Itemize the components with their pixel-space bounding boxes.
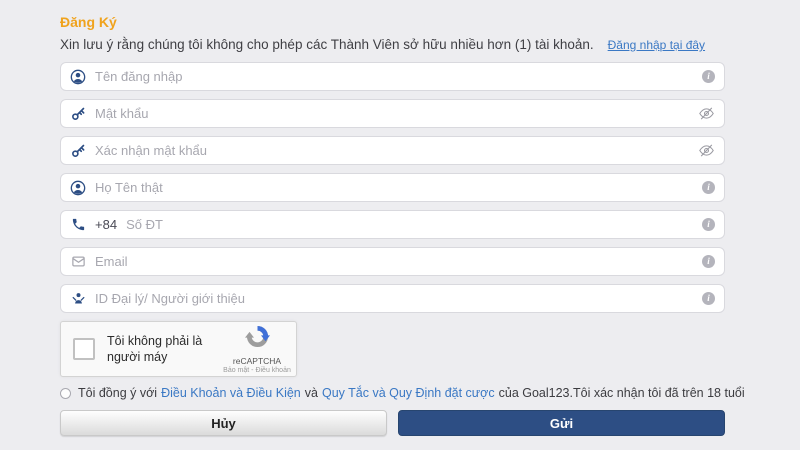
info-icon[interactable]: i (702, 255, 715, 268)
register-form: Đăng Ký Xin lưu ý rằng chúng tôi không c… (0, 0, 725, 436)
username-field: i (60, 62, 725, 91)
user-icon (70, 69, 86, 85)
info-icon[interactable]: i (702, 218, 715, 231)
terms-agreement-row: Tôi đồng ý với Điều Khoản và Điều Kiện v… (60, 386, 725, 400)
password-input[interactable] (95, 106, 698, 121)
eye-off-icon[interactable] (698, 142, 715, 159)
password-field (60, 99, 725, 128)
referrer-input[interactable] (95, 291, 702, 306)
user-icon (70, 180, 86, 196)
phone-field: +84 i (60, 210, 725, 239)
form-actions: Hủy Gửi (60, 410, 725, 436)
terms-text-middle: và (305, 386, 318, 400)
info-icon[interactable]: i (702, 181, 715, 194)
email-field: i (60, 247, 725, 276)
submit-button[interactable]: Gửi (398, 410, 725, 436)
info-icon[interactable]: i (702, 292, 715, 305)
betting-rules-link[interactable]: Quy Tắc và Quy Định đặt cược (322, 386, 495, 400)
terms-conditions-link[interactable]: Điều Khoản và Điều Kiện (161, 386, 301, 400)
recaptcha-privacy-terms-links[interactable]: Bảo mật - Điều khoản (223, 367, 291, 374)
terms-text-prefix: Tôi đồng ý với (78, 386, 157, 400)
recaptcha-brand: reCAPTCHA Bảo mật - Điều khoản (226, 324, 288, 374)
confirm-password-input[interactable] (95, 143, 698, 158)
referral-icon (70, 291, 86, 307)
key-icon (70, 106, 86, 122)
recaptcha-logo-icon (245, 324, 270, 354)
cancel-button[interactable]: Hủy (60, 410, 387, 436)
subtitle-row: Xin lưu ý rằng chúng tôi không cho phép … (60, 37, 725, 52)
referrer-field: i (60, 284, 725, 313)
key-icon (70, 143, 86, 159)
info-icon[interactable]: i (702, 70, 715, 83)
recaptcha-checkbox[interactable] (73, 338, 95, 360)
terms-text-suffix: của Goal123.Tôi xác nhận tôi đã trên 18 … (499, 386, 745, 400)
username-input[interactable] (95, 69, 702, 84)
recaptcha-wordmark: reCAPTCHA (233, 356, 281, 366)
recaptcha-label: Tôi không phải là người máy (107, 333, 220, 366)
page-title: Đăng Ký (60, 14, 725, 30)
terms-radio[interactable] (60, 388, 71, 399)
real-name-input[interactable] (95, 180, 702, 195)
confirm-password-field (60, 136, 725, 165)
email-input[interactable] (95, 254, 702, 269)
real-name-field: i (60, 173, 725, 202)
account-notice-text: Xin lưu ý rằng chúng tôi không cho phép … (60, 37, 594, 52)
recaptcha-widget: Tôi không phải là người máy reCAPTCHA Bả… (60, 321, 297, 377)
phone-country-code: +84 (95, 217, 117, 232)
mail-icon (70, 254, 86, 270)
login-here-link[interactable]: Đăng nhập tại đây (608, 38, 705, 52)
eye-off-icon[interactable] (698, 105, 715, 122)
phone-icon (70, 217, 86, 233)
phone-input[interactable] (126, 217, 702, 232)
